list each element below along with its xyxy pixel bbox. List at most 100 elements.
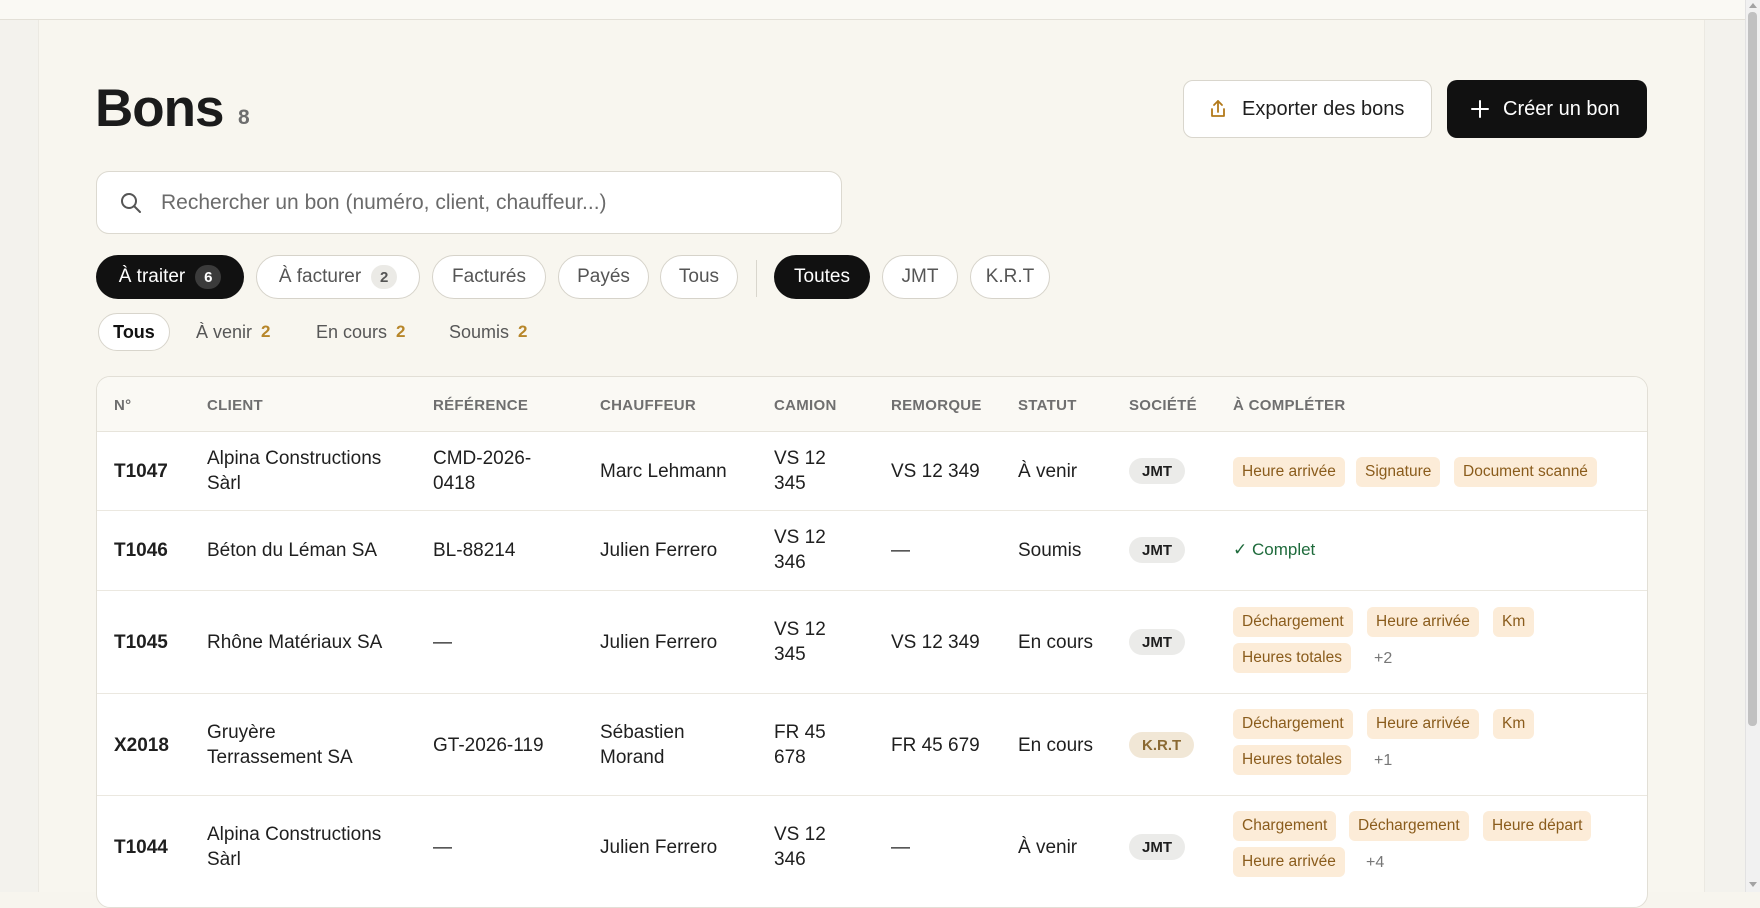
todo-tag: Heures totales bbox=[1233, 745, 1351, 775]
todo-tag: Km bbox=[1493, 709, 1535, 739]
page-title: Bons bbox=[95, 79, 224, 138]
filter-count-badge: 6 bbox=[195, 265, 222, 289]
cell-camion: VS 12 346 bbox=[774, 527, 826, 573]
more-count[interactable]: +4 bbox=[1366, 854, 1384, 872]
todo-tag: Heure arrivée bbox=[1233, 457, 1345, 487]
company-filter-jmt[interactable]: JMT bbox=[882, 255, 958, 299]
cell-reference: — bbox=[433, 837, 452, 858]
cell-num[interactable]: T1047 bbox=[114, 459, 168, 484]
cell-remorque: VS 12 349 bbox=[891, 461, 980, 482]
filter-factures[interactable]: Facturés bbox=[432, 255, 546, 299]
cell-chauffeur: Marc Lehmann bbox=[600, 461, 727, 482]
filter-a-traiter[interactable]: À traiter 6 bbox=[96, 255, 244, 299]
filter-label: Facturés bbox=[452, 266, 526, 287]
cell-chauffeur: Julien Ferrero bbox=[600, 540, 718, 561]
column-header-a-completer[interactable]: À COMPLÉTER bbox=[1233, 397, 1345, 414]
societe-badge: JMT bbox=[1129, 629, 1185, 655]
filter-tous[interactable]: Tous bbox=[660, 255, 738, 299]
todo-tag: Heure départ bbox=[1483, 811, 1592, 841]
cell-reference: BL-88214 bbox=[433, 540, 516, 561]
scroll-up-arrow-icon[interactable] bbox=[1749, 3, 1757, 8]
subtab-en-cours[interactable]: En cours 2 bbox=[316, 313, 406, 351]
subtab-label: À venir bbox=[196, 321, 253, 342]
left-gutter bbox=[0, 0, 39, 892]
todo-tag: Km bbox=[1493, 607, 1535, 637]
create-button-label: Créer un bon bbox=[1503, 97, 1620, 120]
todo-tag: Déchargement bbox=[1349, 811, 1469, 841]
table-row[interactable]: T1047 Alpina Constructions Sàrl CMD-2026-… bbox=[97, 431, 1647, 511]
export-button[interactable]: Exporter des bons bbox=[1183, 80, 1432, 138]
cell-remorque: — bbox=[891, 837, 910, 858]
societe-badge: JMT bbox=[1129, 537, 1185, 563]
subtab-count: 2 bbox=[518, 322, 528, 341]
cell-num[interactable]: X2018 bbox=[114, 733, 169, 758]
table-row[interactable]: T1045 Rhône Matériaux SA — Julien Ferrer… bbox=[97, 590, 1647, 694]
filter-label: Tous bbox=[678, 266, 720, 287]
filter-payes[interactable]: Payés bbox=[558, 255, 649, 299]
table-row[interactable]: T1046 Béton du Léman SA BL-88214 Julien … bbox=[97, 510, 1647, 591]
cell-client: Béton du Léman SA bbox=[207, 540, 378, 561]
company-filter-toutes[interactable]: Toutes bbox=[774, 255, 870, 299]
cell-num[interactable]: T1045 bbox=[114, 630, 168, 655]
column-header-societe[interactable]: SOCIÉTÉ bbox=[1129, 397, 1197, 414]
cell-statut: Soumis bbox=[1018, 540, 1082, 561]
cell-camion: VS 12 345 bbox=[774, 619, 826, 665]
scrollbar-thumb[interactable] bbox=[1748, 12, 1757, 726]
company-filter-krt[interactable]: K.R.T bbox=[970, 255, 1050, 299]
subtab-soumis[interactable]: Soumis 2 bbox=[449, 313, 528, 351]
table-row[interactable]: T1044 Alpina Constructions Sàrl — Julien … bbox=[97, 795, 1647, 907]
cell-reference: — bbox=[433, 632, 452, 653]
filter-label: À facturer bbox=[278, 266, 362, 287]
column-header-camion[interactable]: CAMION bbox=[774, 397, 837, 414]
filter-a-facturer[interactable]: À facturer 2 bbox=[256, 255, 420, 299]
subtab-label: Tous bbox=[113, 321, 155, 342]
todo-tag: Déchargement bbox=[1233, 607, 1353, 637]
search-box[interactable] bbox=[96, 171, 842, 234]
table-header: N° CLIENT RÉFÉRENCE CHAUFFEUR CAMION REM… bbox=[97, 377, 1647, 432]
cell-client: Alpina Constructions Sàrl bbox=[207, 448, 382, 494]
top-bar bbox=[0, 0, 1745, 20]
societe-badge: K.R.T bbox=[1129, 732, 1195, 758]
cell-num[interactable]: T1044 bbox=[114, 835, 168, 860]
create-button[interactable]: Créer un bon bbox=[1447, 80, 1647, 138]
cell-client: Rhône Matériaux SA bbox=[207, 632, 383, 653]
subtab-label: En cours bbox=[316, 321, 388, 342]
plus-icon bbox=[1469, 98, 1491, 120]
subtab-count: 2 bbox=[261, 322, 271, 341]
todo-tag: Heure arrivée bbox=[1367, 709, 1479, 739]
column-header-client[interactable]: CLIENT bbox=[207, 397, 263, 414]
column-header-num[interactable]: N° bbox=[114, 397, 131, 414]
column-header-statut[interactable]: STATUT bbox=[1018, 397, 1077, 414]
complete-status: ✓ Complet bbox=[1233, 540, 1316, 559]
search-input[interactable] bbox=[159, 189, 823, 216]
cell-statut: À venir bbox=[1018, 837, 1078, 858]
subtab-a-venir[interactable]: À venir 2 bbox=[196, 313, 271, 351]
filter-label: JMT bbox=[901, 266, 939, 287]
filter-label: Payés bbox=[577, 266, 630, 287]
column-header-chauffeur[interactable]: CHAUFFEUR bbox=[600, 397, 696, 414]
filter-label: Toutes bbox=[794, 266, 850, 287]
more-count[interactable]: +2 bbox=[1374, 650, 1392, 668]
bons-table: N° CLIENT RÉFÉRENCE CHAUFFEUR CAMION REM… bbox=[96, 376, 1648, 908]
export-icon bbox=[1208, 99, 1228, 119]
todo-tag: Signature bbox=[1356, 457, 1441, 487]
right-gutter bbox=[1704, 0, 1746, 892]
subtab-tous[interactable]: Tous bbox=[98, 313, 170, 351]
scroll-down-arrow-icon[interactable] bbox=[1749, 882, 1757, 887]
page-title-count: 8 bbox=[238, 106, 250, 129]
cell-remorque: — bbox=[891, 540, 910, 561]
subtab-count: 2 bbox=[396, 322, 406, 341]
todo-tag: Déchargement bbox=[1233, 709, 1353, 739]
cell-chauffeur: Sébastien Morand bbox=[600, 722, 685, 768]
column-header-remorque[interactable]: REMORQUE bbox=[891, 397, 982, 414]
filter-label: K.R.T bbox=[985, 266, 1035, 287]
cell-num[interactable]: T1046 bbox=[114, 538, 168, 563]
cell-reference: GT-2026-119 bbox=[433, 735, 544, 756]
more-count[interactable]: +1 bbox=[1374, 752, 1392, 770]
search-icon bbox=[119, 191, 143, 215]
cell-remorque: VS 12 349 bbox=[891, 632, 980, 653]
table-row[interactable]: X2018 Gruyère Terrassement SA GT-2026-119… bbox=[97, 693, 1647, 796]
todo-tag: Heure arrivée bbox=[1233, 847, 1345, 877]
cell-camion: FR 45 678 bbox=[774, 722, 826, 768]
column-header-reference[interactable]: RÉFÉRENCE bbox=[433, 397, 528, 414]
